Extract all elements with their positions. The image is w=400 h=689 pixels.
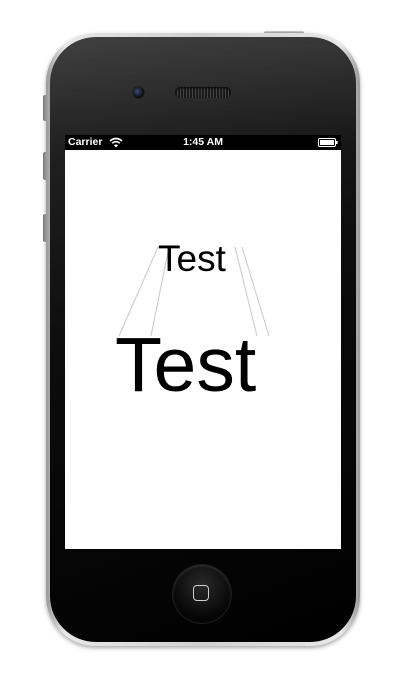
device-screen: Carrier 1:45 AM Test Test	[65, 135, 341, 549]
speaker-grille-icon	[175, 87, 231, 98]
large-test-label: Test	[115, 322, 257, 408]
small-test-label: Test	[158, 238, 226, 279]
simulator-page: Carrier 1:45 AM Test Test	[0, 0, 400, 689]
app-content: Test Test	[65, 150, 341, 549]
camera-icon	[133, 87, 144, 98]
home-button[interactable]	[173, 565, 231, 623]
battery-icon	[318, 138, 338, 147]
status-bar: Carrier 1:45 AM	[65, 135, 341, 150]
clock-label: 1:45 AM	[183, 136, 223, 148]
home-button-icon	[193, 585, 209, 601]
